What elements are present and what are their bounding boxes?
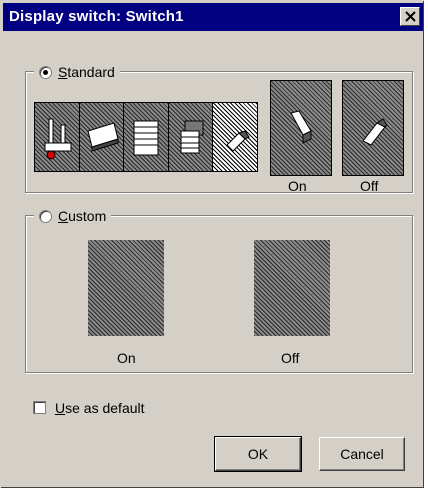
standard-radio-option[interactable]: Standard: [34, 62, 120, 82]
custom-off-caption: Off: [281, 350, 300, 366]
switch-off-icon: [362, 118, 388, 146]
custom-group: Custom On Off: [25, 206, 413, 373]
switch-tray-icon: [86, 122, 119, 152]
switch-toggle-icon: [226, 130, 251, 152]
switch-style-option[interactable]: [124, 103, 169, 171]
switch-on-icon: [290, 110, 312, 144]
standard-on-preview: [270, 80, 332, 176]
switch-style-option[interactable]: [35, 103, 80, 171]
standard-radio[interactable]: [39, 65, 52, 79]
switch-panel-icon: [133, 120, 159, 156]
switch-style-option-selected[interactable]: [213, 103, 257, 171]
custom-radio[interactable]: [39, 209, 52, 223]
use-as-default-label: Use as default: [55, 400, 145, 416]
close-icon: [405, 11, 416, 22]
standard-off-caption: Off: [360, 178, 379, 194]
custom-on-caption: On: [117, 350, 136, 366]
custom-off-preview[interactable]: [254, 240, 330, 336]
switch-block-icon: [180, 120, 204, 154]
switch-style-option[interactable]: [79, 103, 125, 171]
custom-label: Custom: [58, 208, 107, 224]
cancel-button[interactable]: Cancel: [319, 437, 405, 471]
standard-label: Standard: [58, 64, 115, 80]
standard-group: Standard On Off: [25, 62, 413, 194]
standard-on-caption: On: [288, 178, 307, 194]
close-button[interactable]: [400, 7, 420, 26]
switch-style-option[interactable]: [168, 103, 214, 171]
title-bar[interactable]: Display switch: Switch1: [3, 3, 423, 31]
display-switch-dialog: Display switch: Switch1 Standard On Off …: [0, 0, 424, 488]
window-title: Display switch: Switch1: [9, 8, 184, 25]
standard-icon-strip[interactable]: [34, 102, 258, 172]
switch-lever-icon: [44, 118, 72, 160]
standard-off-preview: [342, 80, 404, 176]
use-as-default-checkbox[interactable]: [33, 401, 46, 414]
ok-button[interactable]: OK: [214, 436, 302, 472]
custom-radio-option[interactable]: Custom: [34, 206, 112, 226]
custom-on-preview[interactable]: [88, 240, 164, 336]
